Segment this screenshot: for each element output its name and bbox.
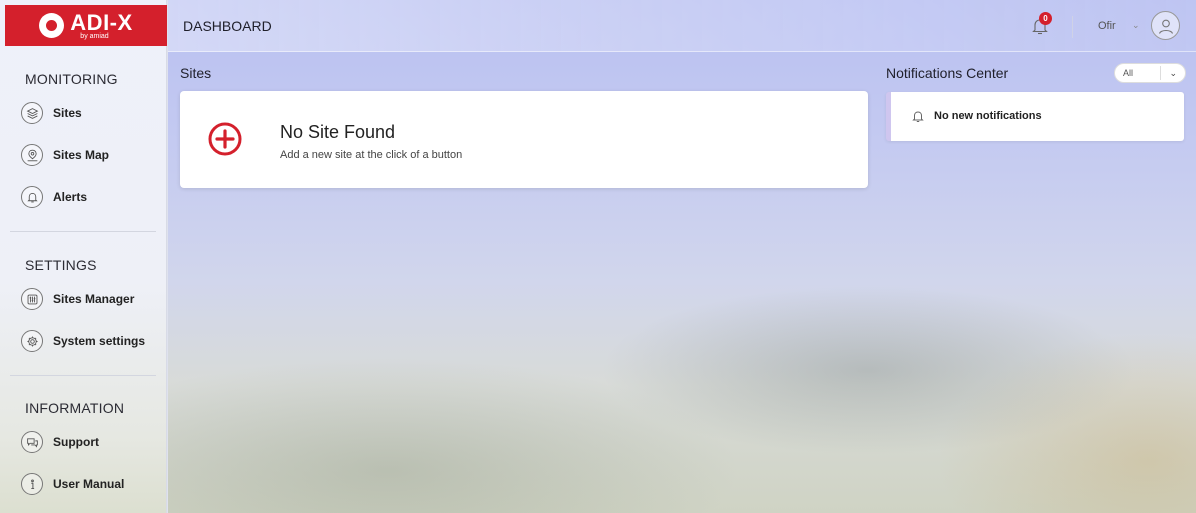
sidebar-item-alerts[interactable]: Alerts bbox=[21, 184, 87, 210]
empty-sites-title: No Site Found bbox=[280, 122, 396, 142]
sidebar-item-sites-manager[interactable]: Sites Manager bbox=[21, 286, 134, 312]
gear-icon bbox=[21, 330, 43, 352]
user-icon bbox=[1158, 19, 1173, 34]
sidebar-item-user-manual[interactable]: User Manual bbox=[21, 471, 124, 497]
sidebar-item-label: System settings bbox=[53, 334, 146, 348]
section-title-monitoring: MONITORING bbox=[25, 71, 118, 87]
logo[interactable]: ADI-X by amiad bbox=[5, 5, 167, 46]
sidebar-item-support[interactable]: Support bbox=[21, 429, 99, 455]
sidebar-item-label: Sites Map bbox=[53, 148, 110, 162]
sidebar: ADI-X by amiad MONITORING Sites Sites Ma… bbox=[0, 0, 167, 513]
topbar-divider bbox=[1072, 16, 1073, 38]
sidebar-divider bbox=[10, 231, 156, 232]
logo-text: ADI-X bbox=[70, 9, 133, 35]
chevron-down-icon[interactable]: ⌄ bbox=[1132, 20, 1140, 31]
info-icon bbox=[21, 473, 43, 495]
map-pin-icon bbox=[21, 144, 43, 166]
avatar[interactable] bbox=[1151, 11, 1180, 40]
notification-count-badge: 0 bbox=[1039, 12, 1052, 25]
chat-icon bbox=[21, 431, 43, 453]
bell-icon bbox=[912, 111, 924, 122]
sidebar-item-label: Sites bbox=[53, 106, 82, 120]
notification-empty-card: No new notifications bbox=[886, 92, 1184, 141]
add-site-card[interactable]: No Site Found Add a new site at the clic… bbox=[180, 91, 868, 188]
notifications-heading: Notifications Center bbox=[886, 65, 1009, 81]
chevron-down-icon: ⌄ bbox=[1169, 67, 1177, 78]
sidebar-item-sites-map[interactable]: Sites Map bbox=[21, 142, 109, 168]
sidebar-divider bbox=[10, 375, 156, 376]
section-title-settings: SETTINGS bbox=[25, 257, 97, 273]
sidebar-item-sites[interactable]: Sites bbox=[21, 100, 82, 126]
logo-mark-icon bbox=[39, 13, 65, 38]
notifications-button[interactable]: 0 bbox=[1030, 12, 1052, 38]
sites-heading: Sites bbox=[180, 65, 212, 81]
sidebar-item-label: Alerts bbox=[53, 190, 88, 204]
add-circle-icon[interactable] bbox=[208, 122, 242, 156]
bell-icon bbox=[21, 186, 43, 208]
main-content bbox=[168, 0, 1196, 513]
filter-value: All bbox=[1123, 68, 1134, 78]
sidebar-item-label: Sites Manager bbox=[53, 292, 135, 306]
page-title: DASHBOARD bbox=[183, 18, 272, 34]
layers-icon bbox=[21, 102, 43, 124]
sidebar-item-label: Support bbox=[53, 435, 99, 449]
top-bar: DASHBOARD 0 Ofir ⌄ bbox=[168, 0, 1196, 52]
no-notifications-text: No new notifications bbox=[934, 110, 1042, 122]
notifications-filter-select[interactable]: All ⌄ bbox=[1114, 63, 1186, 83]
logo-tagline: by amiad bbox=[80, 32, 109, 40]
sliders-icon bbox=[21, 288, 43, 310]
sidebar-item-label: User Manual bbox=[53, 477, 125, 491]
user-name[interactable]: Ofir bbox=[1098, 20, 1116, 32]
section-title-information: INFORMATION bbox=[25, 400, 125, 416]
select-divider bbox=[1160, 66, 1162, 80]
empty-sites-subtitle: Add a new site at the click of a button bbox=[280, 149, 463, 161]
sidebar-item-system-settings[interactable]: System settings bbox=[21, 328, 145, 354]
